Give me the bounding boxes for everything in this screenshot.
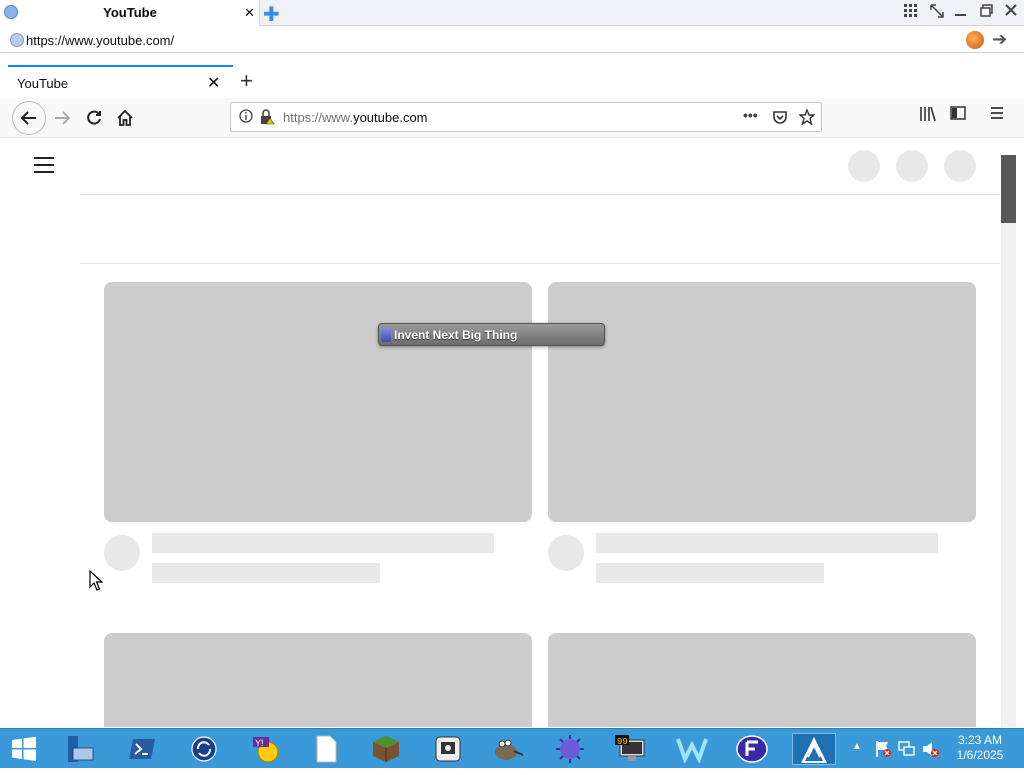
lock-warning-icon[interactable] <box>259 109 275 128</box>
f-app-icon[interactable] <box>734 733 770 765</box>
video-thumbnail-placeholder[interactable] <box>548 282 976 522</box>
sync-app-icon[interactable] <box>186 733 222 765</box>
library-icon[interactable] <box>919 106 937 126</box>
file-explorer-icon[interactable] <box>62 733 98 765</box>
tab-youtube[interactable]: YouTube ✕ <box>8 65 233 98</box>
url-prefix: https://www. <box>283 110 354 125</box>
avatar-placeholder <box>944 150 976 182</box>
video-thumbnail-placeholder[interactable] <box>548 633 976 727</box>
restore-tool-icon[interactable] <box>930 4 944 21</box>
bug-tool-icon[interactable] <box>552 733 588 765</box>
tray-flag-icon[interactable] <box>874 740 892 761</box>
tray-expand-icon[interactable]: ▲ <box>852 741 862 752</box>
active-app-icon[interactable] <box>792 733 836 765</box>
navigation-toolbar: https://www.youtube.com ••• <box>0 98 1024 138</box>
close-window-icon[interactable] <box>1005 4 1017 19</box>
meta-placeholder <box>596 563 824 583</box>
blank-document-icon[interactable] <box>308 733 344 765</box>
outer-tab-title: YouTube <box>103 5 157 20</box>
avatar-placeholder <box>896 150 928 182</box>
outer-tab[interactable]: YouTube ✕ <box>0 0 260 26</box>
reload-icon[interactable] <box>80 104 108 132</box>
home-icon[interactable] <box>111 104 139 132</box>
hamburger-menu-icon[interactable] <box>34 157 54 173</box>
outer-url-text[interactable]: https://www.youtube.com/ <box>26 33 174 48</box>
url-text[interactable]: https://www.youtube.com <box>283 110 428 125</box>
url-domain: youtube.com <box>353 110 428 125</box>
tray-network-icon[interactable] <box>898 740 916 761</box>
progress-overlay: Invent Next Big Thing <box>378 323 605 346</box>
back-arrow-icon[interactable] <box>12 101 46 135</box>
scrollbar-track[interactable] <box>1001 155 1016 727</box>
sidebar-icon[interactable] <box>950 106 966 124</box>
globe-icon <box>10 33 24 47</box>
firefox-icon <box>966 31 984 49</box>
outer-tab-bar: YouTube ✕ ✚ <box>0 0 1024 26</box>
grid-icon[interactable] <box>904 4 918 21</box>
title-placeholder <box>596 533 938 553</box>
page-actions-icon[interactable]: ••• <box>743 107 758 123</box>
start-windows-icon[interactable] <box>6 733 42 765</box>
info-icon[interactable] <box>239 109 253 126</box>
scrollbar-thumb[interactable] <box>1001 155 1016 223</box>
title-placeholder <box>152 533 494 553</box>
taskbar: Y! 99 ▲ 3:23 AM 1/6/2025 <box>0 728 1024 768</box>
forward-arrow-icon[interactable] <box>48 104 76 132</box>
svg-text:99: 99 <box>617 737 628 747</box>
outer-tab-close-icon[interactable]: ✕ <box>244 5 255 21</box>
go-arrow-icon[interactable]: ➔ <box>992 29 1007 50</box>
channel-avatar-placeholder <box>104 535 140 571</box>
divider <box>80 194 1000 195</box>
new-tab-icon[interactable]: + <box>240 68 253 94</box>
overlay-label: Invent Next Big Thing <box>394 328 518 342</box>
monitor-app-icon[interactable]: 99 <box>612 733 648 765</box>
progress-indicator <box>381 328 391 342</box>
video-thumbnail-placeholder[interactable] <box>104 282 532 522</box>
screenshot-tool-icon[interactable] <box>430 733 466 765</box>
minecraft-icon[interactable] <box>368 733 404 765</box>
tray-volume-muted-icon[interactable] <box>922 740 940 761</box>
tab-title: YouTube <box>17 76 69 91</box>
page-content <box>0 139 1016 727</box>
maximize-icon[interactable] <box>980 4 993 20</box>
tab-close-icon[interactable]: ✕ <box>207 73 220 93</box>
outer-new-tab-icon[interactable]: ✚ <box>263 2 280 27</box>
pocket-icon[interactable] <box>772 109 788 128</box>
mouse-cursor-icon <box>89 569 104 592</box>
yahoo-messenger-icon[interactable]: Y! <box>248 733 284 765</box>
gimp-icon[interactable] <box>490 733 526 765</box>
bookmark-star-icon[interactable] <box>798 108 816 128</box>
clock-time: 3:23 AM <box>957 733 1003 747</box>
video-thumbnail-placeholder[interactable] <box>104 633 532 727</box>
outer-address-bar[interactable]: https://www.youtube.com/ ➔ <box>0 27 1024 53</box>
system-clock[interactable]: 3:23 AM 1/6/2025 <box>950 733 1010 763</box>
powershell-icon[interactable] <box>124 733 160 765</box>
channel-avatar-placeholder <box>548 535 584 571</box>
avatar-placeholder <box>848 150 880 182</box>
clock-date: 1/6/2025 <box>956 748 1004 762</box>
menu-icon[interactable] <box>990 106 1004 124</box>
firefox-tab-strip: YouTube ✕ + <box>0 54 1024 98</box>
svg-text:Y!: Y! <box>255 738 264 748</box>
divider <box>80 263 1000 264</box>
meta-placeholder <box>152 563 380 583</box>
minimize-icon[interactable] <box>955 4 967 21</box>
w-app-icon[interactable] <box>674 733 710 765</box>
url-bar[interactable]: https://www.youtube.com ••• <box>230 102 822 132</box>
